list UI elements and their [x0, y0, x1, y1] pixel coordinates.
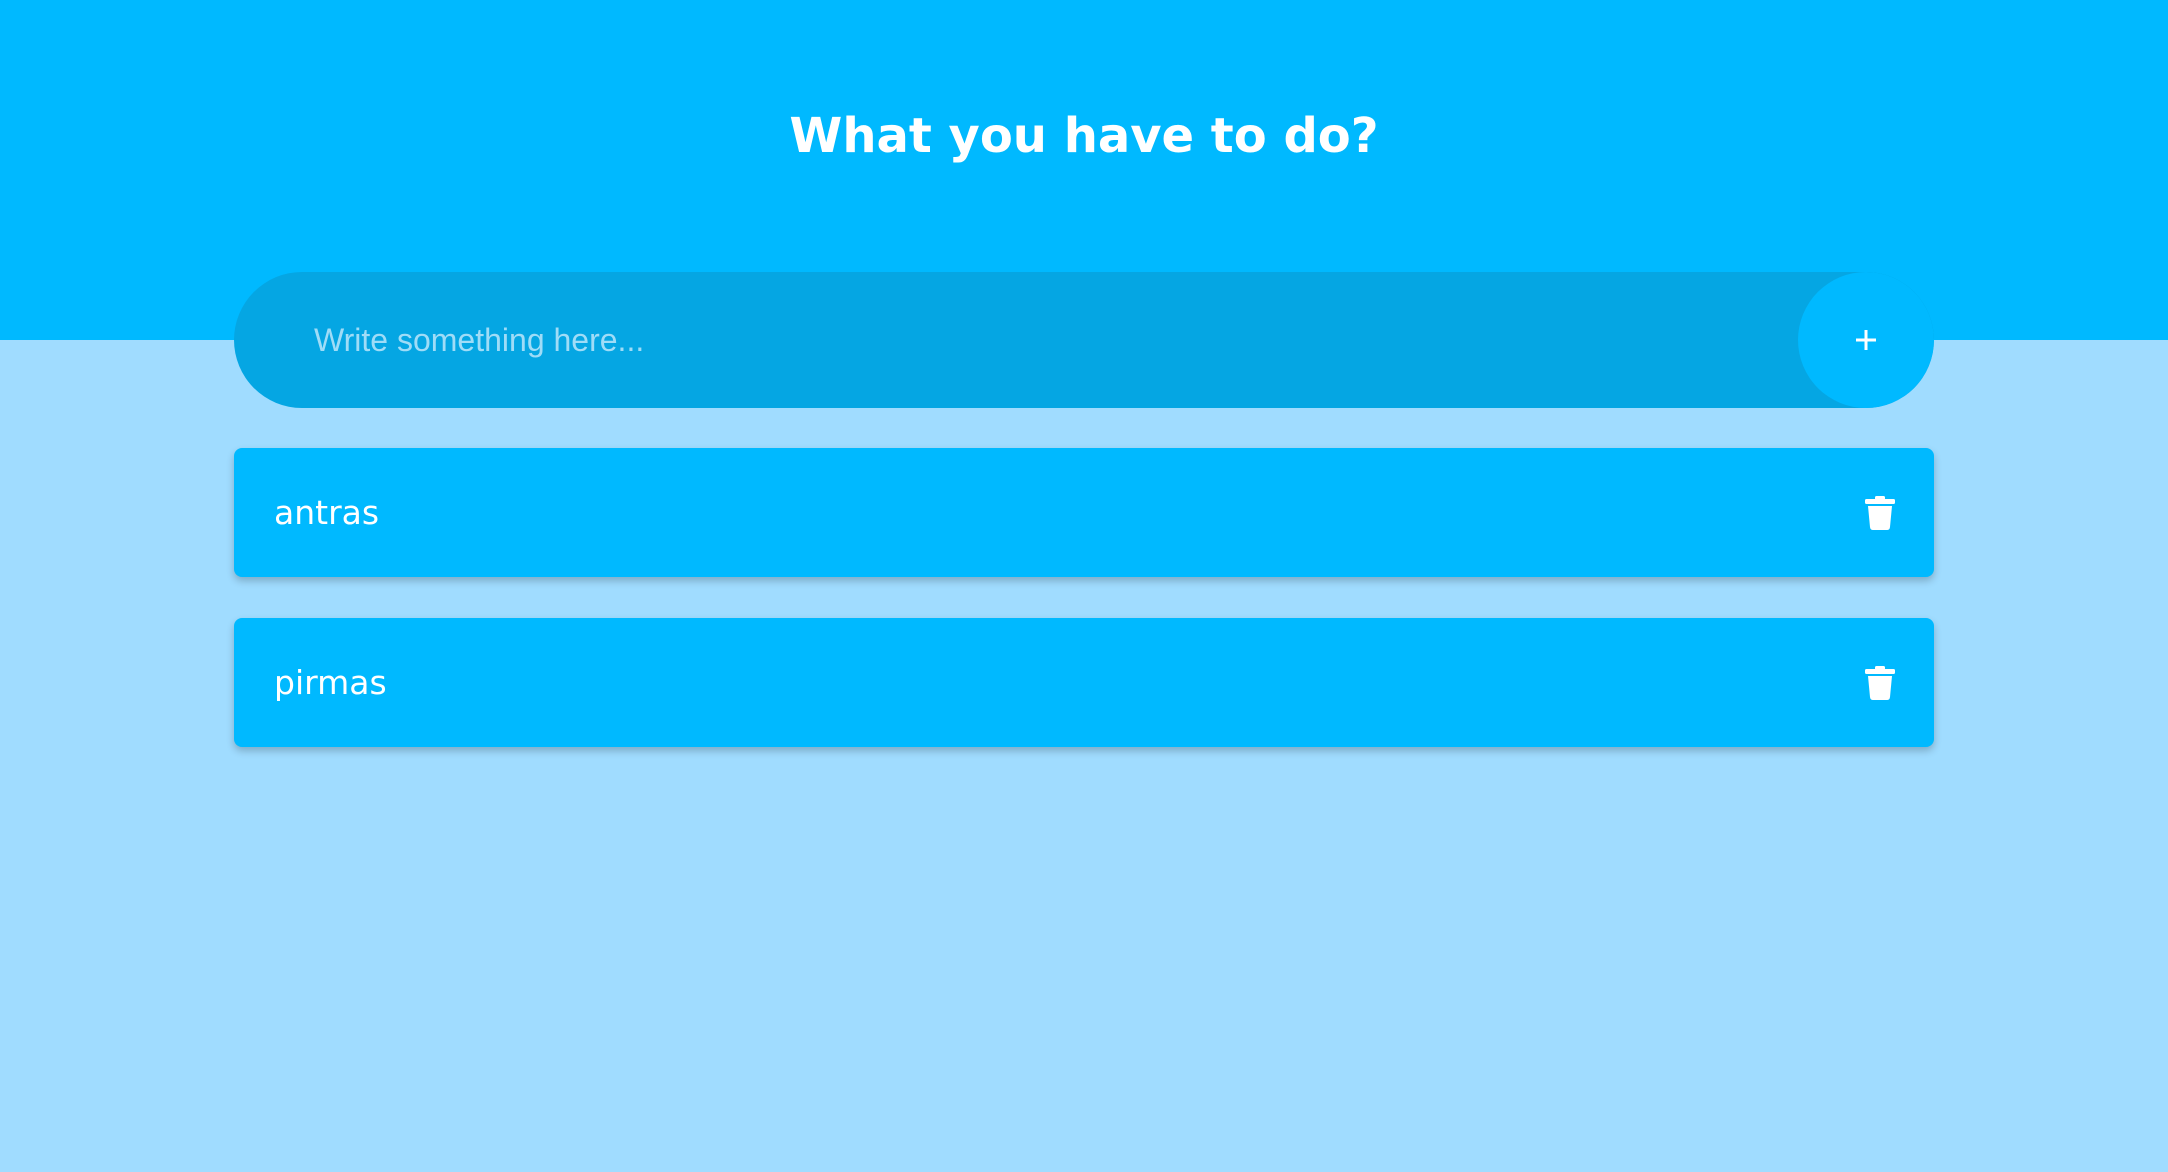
trash-icon — [1865, 666, 1895, 700]
page-title: What you have to do? — [789, 108, 1379, 164]
todo-list: antras pirmas — [234, 448, 1934, 788]
todo-text: pirmas — [274, 663, 387, 702]
todo-input[interactable] — [234, 272, 1794, 408]
delete-todo-button[interactable] — [1860, 492, 1900, 534]
delete-todo-button[interactable] — [1860, 662, 1900, 704]
todo-item: antras — [234, 448, 1934, 577]
trash-icon — [1865, 496, 1895, 530]
add-todo-bar — [234, 272, 1934, 408]
plus-icon — [1856, 330, 1876, 350]
todo-text: antras — [274, 493, 380, 532]
add-todo-button[interactable] — [1798, 272, 1934, 408]
todo-item: pirmas — [234, 618, 1934, 747]
